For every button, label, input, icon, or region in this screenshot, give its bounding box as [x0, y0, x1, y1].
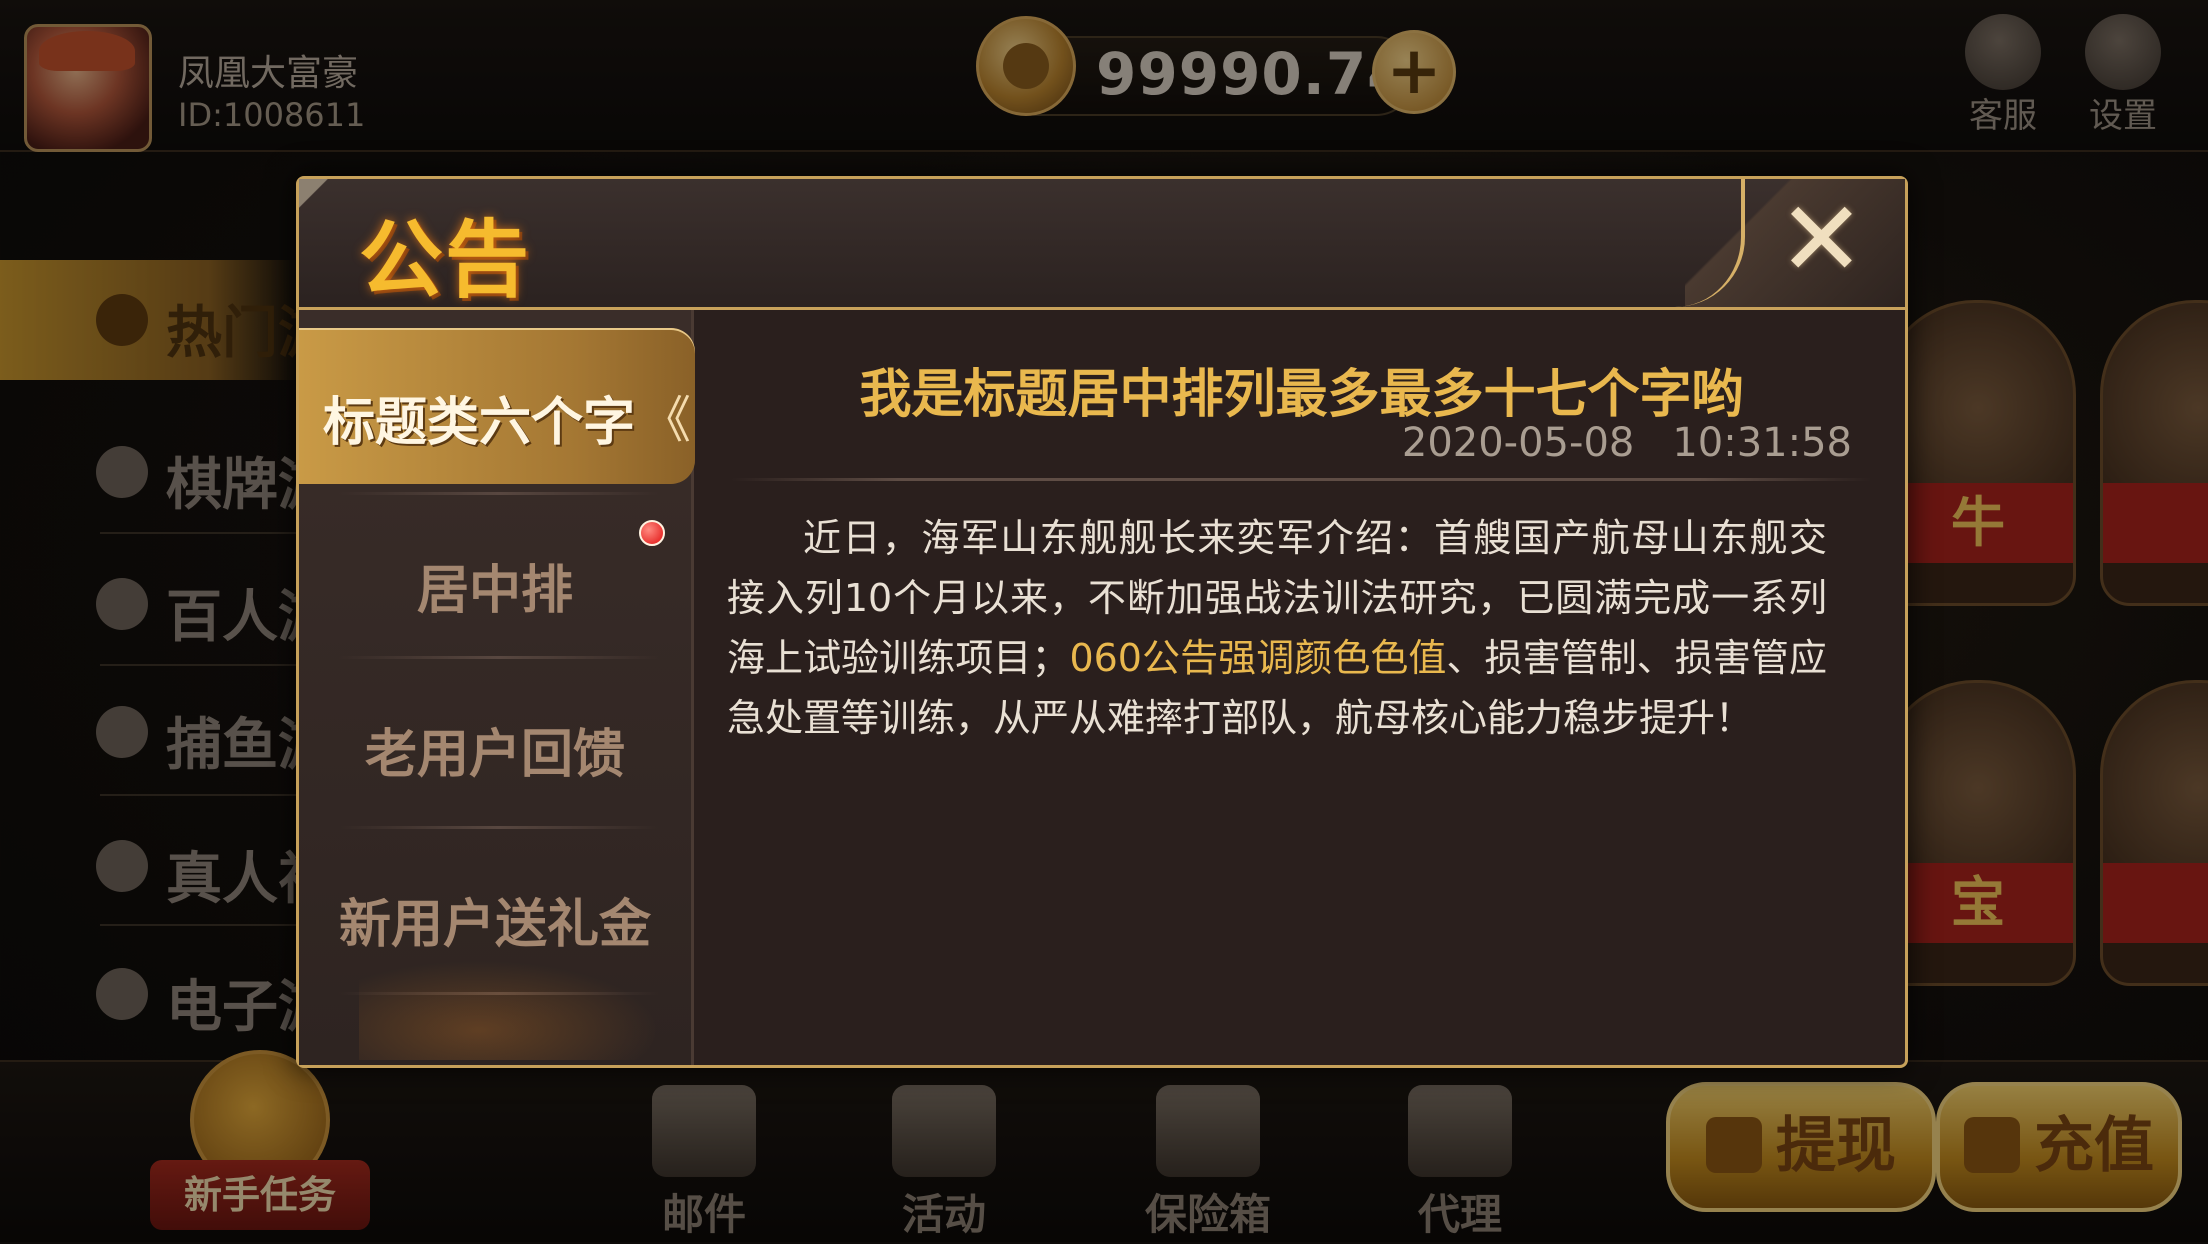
tab-label: 老用户回馈: [364, 725, 625, 785]
notice-timestamp: 2020-05-08 10:31:58: [1402, 420, 1852, 466]
dialog-header: 公告 ✕: [299, 179, 1905, 310]
notice-time: 10:31:58: [1672, 420, 1852, 466]
tab-label: 新用户送礼金: [338, 895, 651, 955]
content-divider: [731, 478, 1871, 481]
announcement-tabs: 标题类六个字 《 居中排 老用户回馈 新用户送礼金: [299, 310, 695, 1065]
announcement-dialog: 公告 ✕ 标题类六个字 《 居中排 老用户回馈 新用户送礼金 我是标题居中排列最…: [296, 176, 1908, 1068]
close-ornament: [1651, 179, 1745, 307]
tab-divider: [339, 656, 659, 659]
sparkle-decoration: [359, 960, 659, 1060]
notice-highlight: 060公告强调颜色色值: [1069, 636, 1447, 680]
tab-label: 居中排: [416, 561, 573, 621]
close-icon: ✕: [1777, 178, 1865, 300]
tab-announcement-1[interactable]: 标题类六个字 《: [299, 328, 695, 484]
tab-announcement-3[interactable]: 老用户回馈: [299, 660, 691, 820]
close-button[interactable]: ✕: [1685, 179, 1905, 307]
tab-divider: [339, 492, 659, 495]
notice-date: 2020-05-08: [1401, 420, 1635, 466]
dialog-title: 公告: [359, 211, 532, 309]
unread-dot: [639, 520, 665, 546]
notice-title: 我是标题居中排列最多最多十七个字哟: [859, 365, 1744, 425]
tab-label: 标题类六个字: [322, 393, 635, 453]
tab-divider: [339, 826, 659, 829]
announcement-content: 我是标题居中排列最多最多十七个字哟 2020-05-08 10:31:58 近日，…: [699, 310, 1904, 1065]
chevron-left-icon: 《: [641, 391, 691, 449]
tab-announcement-2[interactable]: 居中排: [299, 496, 691, 656]
notice-body: 近日，海军山东舰舰长来奕军介绍：首艘国产航母山东舰交接入列10个月以来，不断加强…: [727, 508, 1827, 748]
